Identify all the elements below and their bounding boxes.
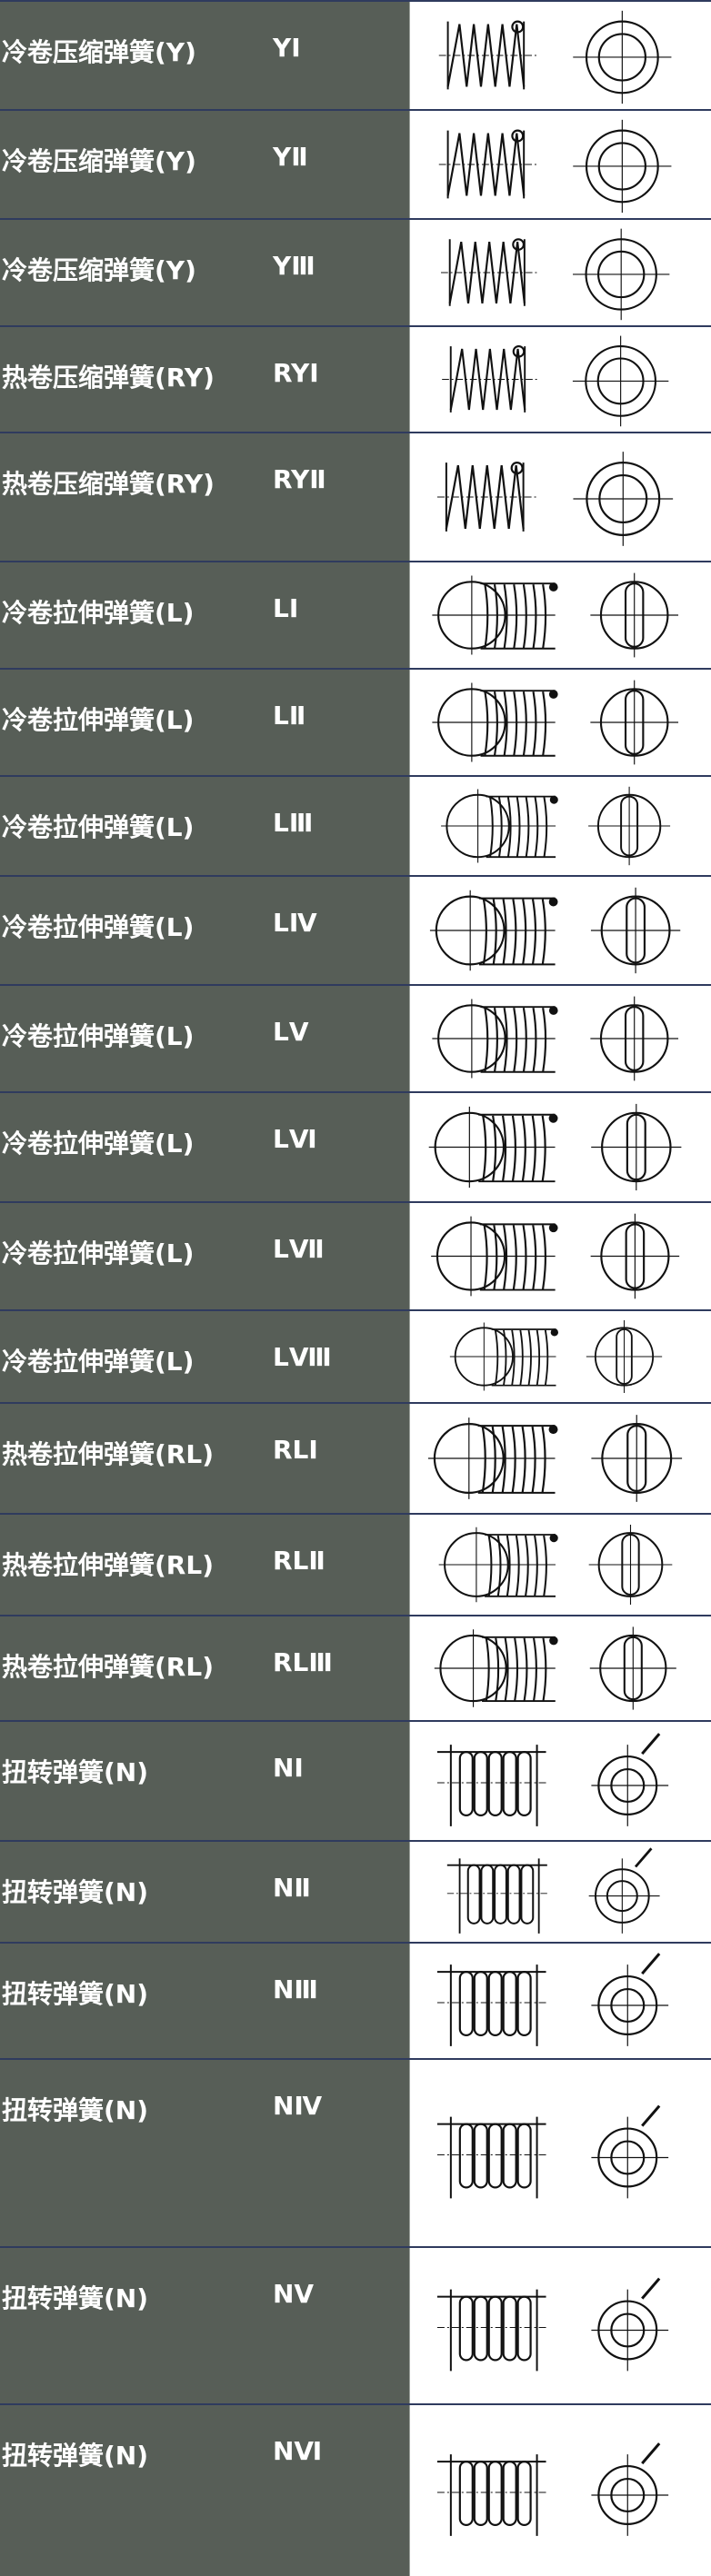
spring-code: LⅢ (273, 808, 314, 838)
spring-code: RYⅠ (273, 358, 319, 388)
spring-name: 冷卷拉伸弹簧(L) (2, 598, 195, 628)
table-row: 热卷压缩弹簧(RY) RYⅠ (0, 325, 711, 432)
extension-spring-icon (409, 1311, 711, 1402)
table-row: 冷卷拉伸弹簧(L) LⅧ (0, 1309, 711, 1402)
spring-code: LⅦ (273, 1234, 325, 1264)
spring-code: RLⅠ (273, 1435, 318, 1465)
table-row: 冷卷拉伸弹簧(L) LⅥ (0, 1091, 711, 1201)
extension-spring-icon (409, 1515, 711, 1615)
spring-code: NⅠ (273, 1753, 304, 1783)
spring-name: 扭转弹簧(N) (2, 2441, 149, 2471)
spring-name: 冷卷压缩弹簧(Y) (2, 37, 196, 67)
extension-spring-icon (409, 777, 711, 875)
table-row: 冷卷拉伸弹簧(L) LⅤ (0, 984, 711, 1091)
spring-code: LⅡ (273, 701, 306, 731)
spring-name: 冷卷拉伸弹簧(L) (2, 912, 195, 942)
spring-code: RYⅡ (273, 464, 326, 494)
spring-code: LⅠ (273, 593, 299, 623)
spring-code: LⅧ (273, 1342, 332, 1372)
table-row: 冷卷压缩弹簧(Y) YⅢ (0, 218, 711, 325)
compression-spring-icon (409, 433, 711, 561)
extension-spring-icon (409, 986, 711, 1091)
extension-spring-icon (409, 1404, 711, 1513)
table-row: 冷卷拉伸弹簧(L) LⅦ (0, 1201, 711, 1309)
table-row: 冷卷拉伸弹簧(L) LⅢ (0, 775, 711, 875)
spring-code: RLⅢ (273, 1647, 333, 1677)
table-row: 热卷拉伸弹簧(RL) RLⅢ (0, 1615, 711, 1720)
spring-code: LⅥ (273, 1124, 317, 1154)
spring-name: 冷卷压缩弹簧(Y) (2, 255, 196, 285)
spring-name: 热卷拉伸弹簧(RL) (2, 1550, 214, 1580)
spring-name: 热卷拉伸弹簧(RL) (2, 1439, 214, 1469)
torsion-spring-icon (409, 1944, 711, 2058)
spring-name: 热卷拉伸弹簧(RL) (2, 1652, 214, 1682)
spring-code: NⅤ (273, 2279, 315, 2309)
table-row: 热卷压缩弹簧(RY) RYⅡ (0, 432, 711, 561)
table-row: 扭转弹簧(N) NⅣ (0, 2058, 711, 2246)
spring-name: 扭转弹簧(N) (2, 1757, 149, 1787)
spring-name: 冷卷压缩弹簧(Y) (2, 146, 196, 176)
spring-name: 热卷压缩弹簧(RY) (2, 363, 215, 393)
spring-type-table: 冷卷压缩弹簧(Y) YⅠ 冷卷压缩弹簧(Y) YⅡ 冷卷压缩弹簧(Y) YⅢ 热卷压缩弹簧(… (0, 0, 711, 2576)
table-row: 扭转弹簧(N) NⅤ (0, 2246, 711, 2403)
spring-name: 扭转弹簧(N) (2, 2095, 149, 2125)
spring-code: RLⅡ (273, 1546, 325, 1576)
torsion-spring-icon (409, 2060, 711, 2246)
spring-code: NⅢ (273, 1974, 318, 2004)
spring-name: 冷卷拉伸弹簧(L) (2, 1021, 195, 1051)
table-row: 冷卷拉伸弹簧(L) LⅠ (0, 561, 711, 668)
spring-code: NⅥ (273, 2436, 323, 2466)
spring-code: YⅡ (273, 142, 308, 172)
spring-code: NⅡ (273, 1873, 311, 1903)
spring-name: 冷卷拉伸弹簧(L) (2, 1129, 195, 1159)
table-row: 冷卷压缩弹簧(Y) YⅡ (0, 109, 711, 218)
extension-spring-icon (409, 1616, 711, 1720)
torsion-spring-icon (409, 2405, 711, 2576)
table-row: 扭转弹簧(N) NⅥ (0, 2403, 711, 2576)
spring-name: 扭转弹簧(N) (2, 1877, 149, 1907)
table-row: 热卷拉伸弹簧(RL) RLⅠ (0, 1402, 711, 1513)
table-row: 冷卷压缩弹簧(Y) YⅠ (0, 0, 711, 109)
spring-code: YⅢ (273, 251, 315, 281)
table-row: 热卷拉伸弹簧(RL) RLⅡ (0, 1513, 711, 1615)
torsion-spring-icon (409, 1722, 711, 1840)
torsion-spring-icon (409, 1842, 711, 1942)
spring-code: NⅣ (273, 2091, 323, 2121)
table-row: 冷卷拉伸弹簧(L) LⅣ (0, 875, 711, 984)
extension-spring-icon (409, 1093, 711, 1201)
spring-name: 热卷压缩弹簧(RY) (2, 469, 215, 499)
compression-spring-icon (409, 2, 711, 109)
compression-spring-icon (409, 111, 711, 218)
spring-name: 扭转弹簧(N) (2, 1979, 149, 2009)
torsion-spring-icon (409, 2248, 711, 2403)
compression-spring-icon (409, 220, 711, 325)
spring-name: 冷卷拉伸弹簧(L) (2, 705, 195, 735)
spring-code: LⅣ (273, 908, 317, 938)
table-row: 扭转弹簧(N) NⅡ (0, 1840, 711, 1942)
extension-spring-icon (409, 670, 711, 775)
spring-code: LⅤ (273, 1017, 309, 1047)
table-row: 冷卷拉伸弹簧(L) LⅡ (0, 668, 711, 775)
table-row: 扭转弹簧(N) NⅠ (0, 1720, 711, 1840)
spring-name: 冷卷拉伸弹簧(L) (2, 1238, 195, 1268)
spring-name: 扭转弹簧(N) (2, 2283, 149, 2313)
spring-name: 冷卷拉伸弹簧(L) (2, 1347, 195, 1377)
compression-spring-icon (409, 327, 711, 432)
spring-name: 冷卷拉伸弹簧(L) (2, 812, 195, 842)
extension-spring-icon (409, 877, 711, 984)
extension-spring-icon (409, 562, 711, 668)
extension-spring-icon (409, 1203, 711, 1309)
table-row: 扭转弹簧(N) NⅢ (0, 1942, 711, 2058)
spring-code: YⅠ (273, 33, 301, 63)
